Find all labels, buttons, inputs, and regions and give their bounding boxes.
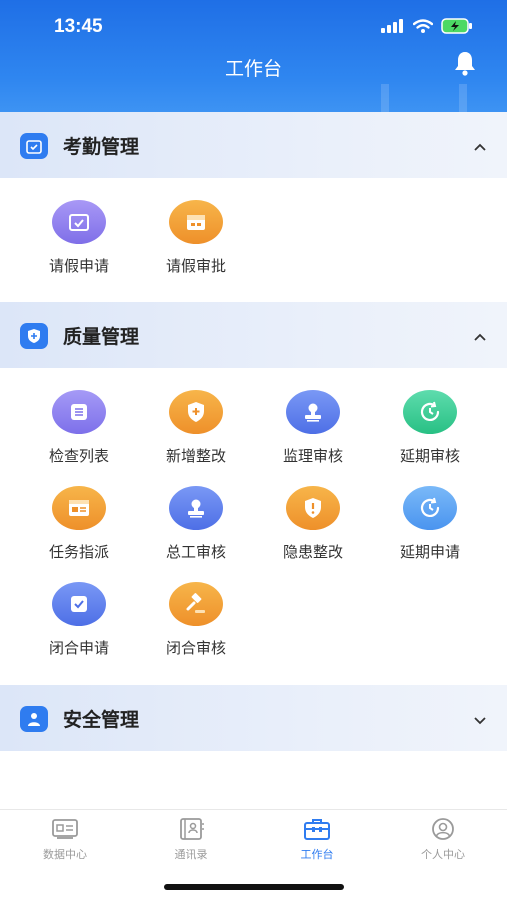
tab-label: 工作台 xyxy=(300,848,334,861)
header-decoration xyxy=(381,84,467,112)
check-square-icon xyxy=(52,582,106,626)
section-header-safety[interactable]: 安全管理 xyxy=(0,685,507,751)
battery-charging-icon xyxy=(441,18,472,34)
grid-item-label: 监理审核 xyxy=(282,447,343,465)
grid-item-label: 延期申请 xyxy=(399,543,460,561)
app-header: 13:45 工作台 xyxy=(0,0,507,112)
grid-item-label: 闭合申请 xyxy=(48,639,109,657)
grid-item-label: 延期审核 xyxy=(399,447,460,465)
dashboard-icon xyxy=(52,819,78,839)
grid-item-label: 总工审核 xyxy=(165,543,226,561)
calendar-check-icon xyxy=(52,200,106,244)
list-icon xyxy=(52,390,106,434)
shield-plus-icon xyxy=(169,390,223,434)
section-title: 质量管理 xyxy=(63,326,140,348)
chevron-up-icon[interactable] xyxy=(473,137,487,156)
home-indicator xyxy=(164,884,344,890)
signal-icon xyxy=(381,19,403,33)
tab-label: 个人中心 xyxy=(421,848,465,861)
user-icon xyxy=(432,818,454,840)
grid-item-label: 隐患整改 xyxy=(282,543,343,561)
clock-refresh-icon xyxy=(403,486,457,530)
stamp-icon xyxy=(169,486,223,530)
shield-alert-icon xyxy=(286,486,340,530)
briefcase-icon xyxy=(304,819,330,840)
grid-item-label: 新增整改 xyxy=(165,447,226,465)
grid-item-extension-apply[interactable]: 延期申请 xyxy=(372,486,488,562)
contacts-icon xyxy=(180,818,204,840)
grid-item-add-rectification[interactable]: 新增整改 xyxy=(138,390,254,466)
tab-profile[interactable]: 个人中心 xyxy=(380,818,506,862)
shield-icon xyxy=(20,323,48,349)
section-header-quality[interactable]: 质量管理 xyxy=(0,302,507,368)
calendar-icon xyxy=(169,200,223,244)
bell-icon xyxy=(455,52,475,76)
wifi-icon xyxy=(413,19,433,33)
chevron-down-icon[interactable] xyxy=(473,710,487,729)
tab-workbench[interactable]: 工作台 xyxy=(254,818,380,862)
grid-item-label: 请假审批 xyxy=(165,257,226,275)
grid-item-leave-approve[interactable]: 请假审批 xyxy=(138,200,254,276)
tab-label: 通讯录 xyxy=(174,848,208,861)
grid-item-extension-review[interactable]: 延期审核 xyxy=(372,390,488,466)
grid-item-closure-review[interactable]: 闭合审核 xyxy=(138,582,254,658)
chevron-up-icon[interactable] xyxy=(473,327,487,346)
stamp-icon xyxy=(286,390,340,434)
task-card-icon xyxy=(52,486,106,530)
grid-item-supervisor-review[interactable]: 监理审核 xyxy=(255,390,371,466)
grid-item-label: 检查列表 xyxy=(48,447,109,465)
section-title: 安全管理 xyxy=(63,709,140,731)
status-icons xyxy=(381,18,473,34)
grid-item-label: 任务指派 xyxy=(48,543,109,561)
page-title: 工作台 xyxy=(224,58,282,80)
calendar-check-icon xyxy=(20,133,48,159)
clock-refresh-icon xyxy=(403,390,457,434)
grid-item-label: 闭合审核 xyxy=(165,639,226,657)
gavel-icon xyxy=(169,582,223,626)
tab-contacts[interactable]: 通讯录 xyxy=(128,818,254,862)
tab-label: 数据中心 xyxy=(43,848,87,861)
grid-item-task-assign[interactable]: 任务指派 xyxy=(21,486,137,562)
grid-item-hazard-rectification[interactable]: 隐患整改 xyxy=(255,486,371,562)
section-header-attendance[interactable]: 考勤管理 xyxy=(0,112,507,178)
tab-data-center[interactable]: 数据中心 xyxy=(2,818,128,862)
safety-worker-icon xyxy=(20,706,48,732)
grid-item-closure-apply[interactable]: 闭合申请 xyxy=(21,582,137,658)
grid-item-inspection-list[interactable]: 检查列表 xyxy=(21,390,137,466)
grid-item-label: 请假申请 xyxy=(48,257,109,275)
grid-item-leave-apply[interactable]: 请假申请 xyxy=(21,200,137,276)
status-time: 13:45 xyxy=(54,16,103,37)
grid-item-chief-engineer-review[interactable]: 总工审核 xyxy=(138,486,254,562)
notification-bell-button[interactable] xyxy=(453,50,477,80)
section-title: 考勤管理 xyxy=(63,136,140,158)
